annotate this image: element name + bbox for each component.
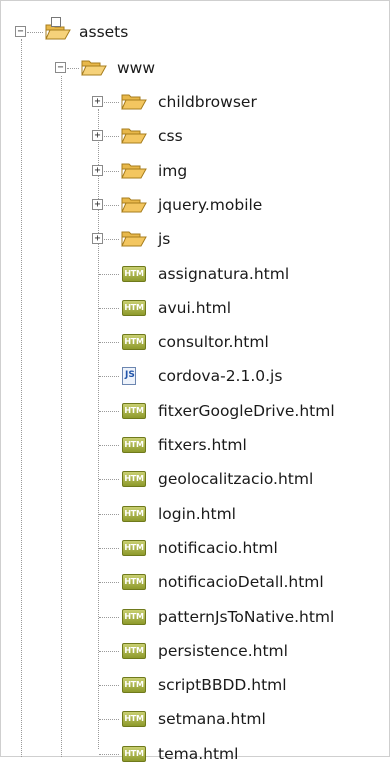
project-tree: − assets − www + childbrowser + css + img + jquery.… (0, 0, 390, 763)
tree-item-label: patternJsToNative.html (158, 608, 335, 626)
tree-item-assets[interactable]: − assets (1, 17, 389, 47)
tree-guide-line (99, 548, 119, 549)
html-file-icon: HTM (122, 677, 146, 693)
js-file-icon: JS (122, 367, 136, 385)
expand-toggle-icon[interactable]: + (92, 165, 103, 176)
tree-item-label: www (117, 59, 156, 77)
tree-item-file[interactable]: HTM patternJsToNative.html (1, 602, 389, 632)
html-file-icon: HTM (122, 403, 146, 419)
html-file-icon: HTM (122, 437, 146, 453)
html-file-icon: HTM (122, 266, 146, 282)
tree-item-label: setmana.html (158, 710, 266, 728)
tree-item-file[interactable]: HTM consultor.html (1, 327, 389, 357)
tree-guide-line (99, 582, 119, 583)
folder-open-icon (81, 58, 107, 80)
tree-guide-line (99, 514, 119, 515)
tree-guide-line (99, 411, 119, 412)
tree-item-label: jquery.mobile (158, 196, 263, 214)
html-file-icon: HTM (122, 574, 146, 590)
html-file-icon: HTM (122, 334, 146, 350)
html-file-icon: HTM (122, 711, 146, 727)
tree-item-file[interactable]: HTM assignatura.html (1, 259, 389, 289)
tree-guide-line (99, 308, 119, 309)
tree-guide-line (27, 32, 43, 33)
tree-item-folder[interactable]: + childbrowser (1, 87, 389, 117)
html-file-icon: HTM (122, 300, 146, 316)
tree-item-label: css (158, 127, 183, 145)
tree-item-file[interactable]: HTM geolocalitzacio.html (1, 464, 389, 494)
collapse-toggle-icon[interactable]: − (15, 26, 26, 37)
tree-item-folder[interactable]: + img (1, 156, 389, 186)
tree-guide-line (99, 719, 119, 720)
tree-guide-line (99, 617, 119, 618)
tree-guide-line (67, 68, 79, 69)
tree-item-file[interactable]: HTM login.html (1, 499, 389, 529)
tree-guide-line (99, 342, 119, 343)
tree-item-label: fitxerGoogleDrive.html (158, 402, 335, 420)
tree-item-label: cordova-2.1.0.js (158, 367, 283, 385)
tree-item-label: avui.html (158, 299, 232, 317)
tree-item-file[interactable]: HTM fitxerGoogleDrive.html (1, 396, 389, 426)
tree-guide-line (99, 754, 119, 755)
tree-item-file[interactable]: HTM notificacioDetall.html (1, 567, 389, 597)
folder-icon (121, 195, 147, 217)
tree-item-file[interactable]: HTM scriptBBDD.html (1, 670, 389, 700)
html-file-icon: HTM (122, 540, 146, 556)
tree-item-file[interactable]: HTM persistence.html (1, 636, 389, 666)
folder-icon (121, 126, 147, 148)
tree-item-label: tema.html (158, 745, 239, 763)
folder-icon (121, 229, 147, 251)
expand-toggle-icon[interactable]: + (92, 199, 103, 210)
tree-guide-line (99, 376, 119, 377)
tree-guide-line (99, 685, 119, 686)
tree-guide-line (104, 205, 119, 206)
html-file-icon: HTM (122, 471, 146, 487)
tree-item-label: notificacio.html (158, 539, 278, 557)
tree-item-folder[interactable]: + css (1, 121, 389, 151)
folder-icon (121, 92, 147, 114)
tree-guide-line (104, 239, 119, 240)
tree-item-label: persistence.html (158, 642, 288, 660)
tree-guide-line (99, 274, 119, 275)
tree-item-label: img (158, 162, 188, 180)
tree-item-label: js (158, 230, 171, 248)
tree-item-www[interactable]: − www (1, 53, 389, 83)
folder-icon (121, 161, 147, 183)
tree-item-label: scriptBBDD.html (158, 676, 287, 694)
tree-item-label: login.html (158, 505, 236, 523)
tree-item-label: assets (79, 23, 129, 41)
tree-item-label: geolocalitzacio.html (158, 470, 314, 488)
expand-toggle-icon[interactable]: + (92, 233, 103, 244)
tree-guide-line (99, 445, 119, 446)
collapse-toggle-icon[interactable]: − (55, 62, 66, 73)
tree-item-file[interactable]: HTM setmana.html (1, 704, 389, 734)
html-file-icon: HTM (122, 746, 146, 762)
tree-guide-line (104, 171, 119, 172)
folder-open-icon (45, 17, 71, 44)
html-file-icon: HTM (122, 643, 146, 659)
tree-guide-line (104, 102, 119, 103)
tree-item-label: notificacioDetall.html (158, 573, 324, 591)
tree-item-file[interactable]: HTM tema.html (1, 739, 389, 769)
tree-item-file[interactable]: HTM avui.html (1, 293, 389, 323)
tree-item-label: childbrowser (158, 93, 257, 111)
tree-item-label: fitxers.html (158, 436, 247, 454)
expand-toggle-icon[interactable]: + (92, 96, 103, 107)
tree-item-file[interactable]: HTM fitxers.html (1, 430, 389, 460)
tree-guide-line (104, 136, 119, 137)
tree-item-label: consultor.html (158, 333, 269, 351)
expand-toggle-icon[interactable]: + (92, 130, 103, 141)
tree-item-label: assignatura.html (158, 265, 290, 283)
tree-guide-line (99, 479, 119, 480)
tree-item-folder[interactable]: + jquery.mobile (1, 190, 389, 220)
tree-item-file[interactable]: HTM notificacio.html (1, 533, 389, 563)
tree-item-folder[interactable]: + js (1, 224, 389, 254)
html-file-icon: HTM (122, 506, 146, 522)
tree-item-file[interactable]: JS cordova-2.1.0.js (1, 361, 389, 391)
html-file-icon: HTM (122, 609, 146, 625)
tree-guide-line (99, 651, 119, 652)
